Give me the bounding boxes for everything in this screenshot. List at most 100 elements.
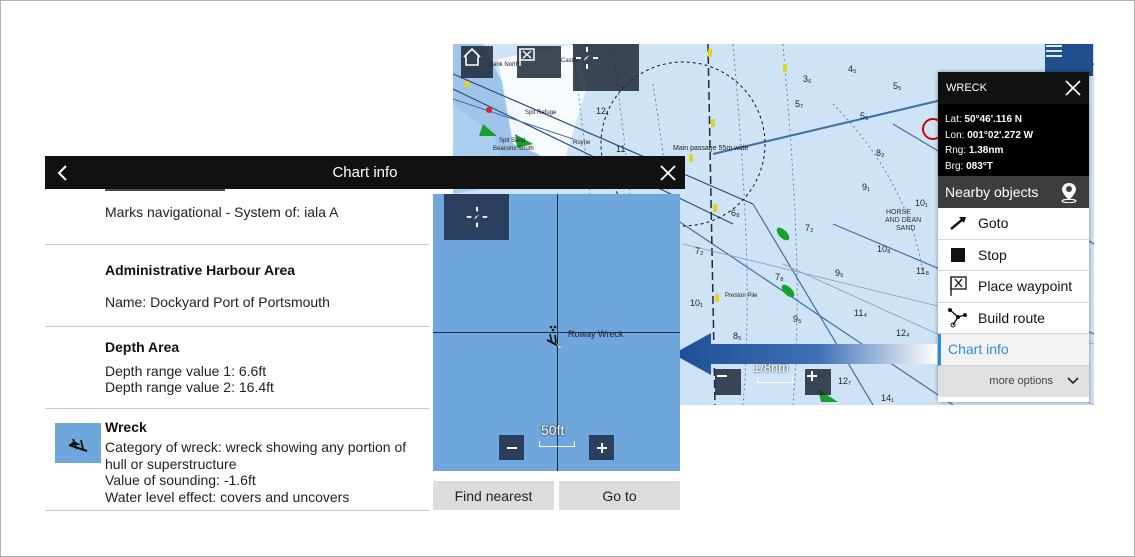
nearby-objects-button[interactable]: Nearby objects — [938, 176, 1089, 208]
nearby-objects-label: Nearby objects — [945, 184, 1039, 200]
wreck-thumbnail — [55, 423, 101, 463]
wreck-map-label: Roway Wreck — [568, 329, 624, 339]
svg-text:12₁: 12₁ — [596, 106, 609, 116]
chart-info-map[interactable]: Roway Wreck 50ft — [433, 194, 680, 471]
chart-info-item[interactable]: Chart info — [938, 334, 1089, 366]
section-title: Wreck — [105, 419, 147, 435]
depth-area-section: Depth Area Depth range value 1: 6.6ft De… — [45, 327, 429, 409]
waypoint-icon — [950, 276, 967, 297]
section-line: Category of wreck: wreck showing any por… — [105, 439, 407, 472]
section-line: Value of sounding: -1.6ft — [105, 472, 256, 488]
section-title: Depth Area — [105, 339, 180, 355]
svg-text:5₇: 5₇ — [795, 99, 803, 109]
transition-arrow — [673, 333, 937, 375]
place-waypoint-label: Place waypoint — [978, 278, 1073, 295]
svg-text:Royne: Royne — [573, 140, 591, 146]
wreck-icon — [546, 325, 562, 348]
svg-text:10₁: 10₁ — [690, 298, 703, 308]
svg-text:11: 11 — [616, 144, 625, 154]
section-title: Administrative Harbour Area — [105, 262, 296, 278]
chart-info-title: Chart info — [332, 164, 398, 181]
more-options-button[interactable]: more options — [938, 365, 1089, 397]
svg-text:Preston Pile: Preston Pile — [725, 293, 758, 299]
more-options-label: more options — [989, 375, 1053, 387]
svg-text:11₈: 11₈ — [916, 266, 929, 276]
plus-icon — [596, 442, 607, 453]
svg-text:14₁: 14₁ — [881, 393, 894, 403]
section-line: Depth range value 1: 6.6ft — [105, 363, 267, 379]
navigational-marks-section: Marks navigational - System of: iala A — [45, 189, 429, 245]
hamburger-icon — [1046, 45, 1062, 57]
find-ship-button[interactable] — [444, 194, 509, 240]
stop-item[interactable]: Stop — [938, 240, 1089, 271]
zoom-in-button[interactable] — [589, 435, 614, 460]
find-ship-button[interactable] — [573, 44, 639, 91]
place-waypoint-item[interactable]: Place waypoint — [938, 271, 1089, 303]
svg-text:Bank North: Bank North — [489, 62, 519, 68]
section-line: Name: Dockyard Port of Portsmouth — [105, 294, 330, 310]
minus-icon — [506, 446, 517, 449]
map-scale-bar — [757, 377, 793, 383]
svg-text:AND DEAN: AND DEAN — [885, 217, 921, 224]
close-icon[interactable] — [1063, 78, 1083, 98]
context-menu-title: WRECK — [946, 82, 987, 94]
svg-text:7₂: 7₂ — [805, 223, 814, 233]
location-pin-icon — [1061, 183, 1077, 203]
svg-text:5₅: 5₅ — [893, 81, 902, 91]
svg-text:6₈: 6₈ — [731, 208, 740, 218]
find-nearest-button[interactable]: Find nearest — [433, 481, 554, 510]
svg-text:Beacons South: Beacons South — [493, 146, 534, 152]
chart-info-header: Chart info — [45, 156, 685, 189]
svg-text:Spit Refuge: Spit Refuge — [525, 110, 557, 116]
waypoint-flag-icon — [519, 48, 535, 66]
context-menu: WRECK Lat: 50°46'.116 N Lon: 001°02'.272… — [938, 72, 1089, 402]
svg-text:12₇: 12₇ — [838, 376, 851, 386]
route-icon — [948, 307, 967, 328]
svg-text:10₈: 10₈ — [877, 244, 891, 254]
cut-off-heading — [105, 189, 225, 191]
find-ship-icon — [576, 47, 598, 69]
section-line: Water level effect: covers and uncovers — [105, 489, 350, 505]
range-value: 1.38nm — [968, 145, 1004, 156]
harbour-area-section: Administrative Harbour Area Name: Dockya… — [45, 245, 429, 327]
svg-text:10₁: 10₁ — [915, 198, 928, 208]
close-icon[interactable] — [659, 164, 677, 182]
position-info: Lat: 50°46'.116 N Lon: 001°02'.272 W Rng… — [938, 104, 1089, 176]
svg-text:HORSE: HORSE — [886, 209, 911, 216]
svg-text:5₅: 5₅ — [860, 111, 869, 121]
zoom-out-button[interactable] — [499, 435, 524, 460]
bearing-value: 083°T — [966, 160, 993, 172]
goto-icon — [950, 217, 966, 231]
chart-info-list[interactable]: Marks navigational - System of: iala A A… — [45, 189, 433, 519]
latitude-value: 50°46'.116 N — [964, 114, 1023, 125]
build-route-label: Build route — [978, 309, 1045, 326]
wreck-icon — [68, 438, 88, 452]
stop-label: Stop — [978, 246, 1007, 263]
svg-text:7₈: 7₈ — [775, 272, 784, 282]
find-nearest-label: Find nearest — [454, 487, 533, 504]
svg-text:9₅: 9₅ — [793, 314, 802, 324]
svg-text:Spit Sand: Spit Sand — [499, 138, 525, 144]
svg-text:SAND: SAND — [896, 225, 915, 232]
goto-label: Goto — [978, 215, 1009, 232]
waypoint-button[interactable] — [517, 46, 561, 78]
section-line: Depth range value 2: 16.4ft — [105, 379, 274, 395]
goto-item[interactable]: Goto — [938, 208, 1089, 240]
go-to-button[interactable]: Go to — [559, 481, 680, 510]
chart-info-label: Chart info — [948, 341, 1009, 358]
find-ship-icon — [466, 206, 487, 228]
go-to-label: Go to — [602, 487, 637, 504]
map-scale-bar — [539, 441, 575, 447]
build-route-item[interactable]: Build route — [938, 303, 1089, 334]
longitude-value: 001°02'.272 W — [967, 129, 1034, 141]
home-icon — [463, 47, 481, 66]
svg-text:9₅: 9₅ — [835, 268, 844, 278]
svg-text:8₂: 8₂ — [876, 148, 885, 158]
wreck-section: Wreck Category of wreck: wreck showing a… — [45, 409, 429, 511]
home-button[interactable] — [461, 46, 493, 78]
svg-text:11₄: 11₄ — [854, 308, 867, 318]
screen: 10₈ 4₅ 5₅ 5₅ 8₂ 9₁ 10₁ HORSE AND DEAN SA… — [0, 0, 1135, 557]
context-menu-header: WRECK — [938, 72, 1089, 104]
stop-icon — [951, 247, 965, 262]
svg-text:4₅: 4₅ — [848, 64, 857, 74]
